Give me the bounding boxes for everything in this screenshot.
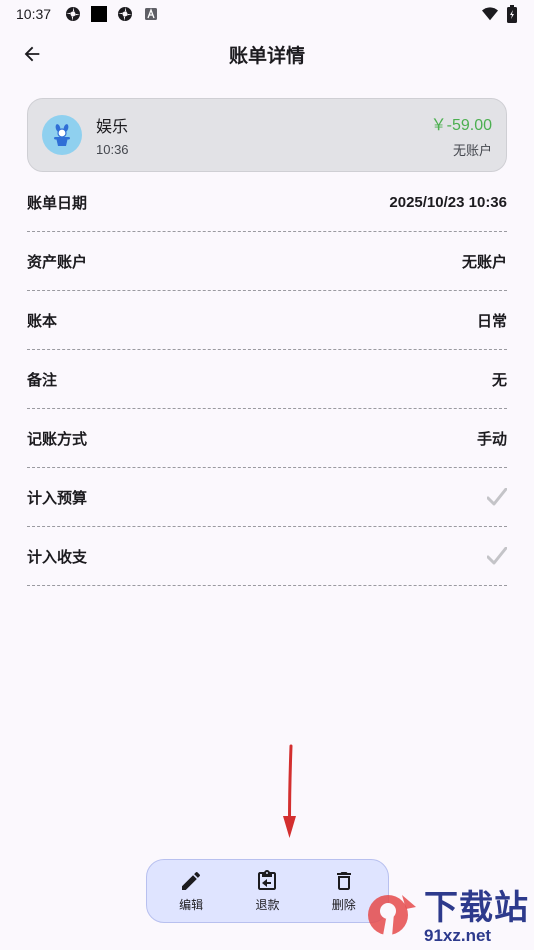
amount-info: ￥-59.00 无账户 — [431, 111, 492, 159]
transaction-account: 无账户 — [452, 144, 492, 159]
check-icon — [487, 487, 507, 507]
watermark-title: 下载站 — [424, 887, 529, 928]
status-bar: 10:37 — [0, 0, 534, 28]
status-notification-icons — [65, 6, 159, 22]
watermark-text: 下载站 91xz.net — [424, 891, 529, 944]
pencil-icon — [182, 871, 201, 890]
detail-label: 账本 — [27, 311, 58, 330]
detail-row-budget: 计入预算 — [27, 468, 507, 527]
annotation-arrow-icon — [283, 744, 296, 838]
detail-value: 2025/10/23 10:36 — [389, 193, 507, 211]
status-time: 10:37 — [16, 6, 52, 22]
clipboard-return-icon — [258, 870, 277, 890]
transaction-amount: ￥-59.00 — [430, 117, 492, 134]
detail-label: 计入收支 — [27, 547, 88, 566]
delete-label: 删除 — [331, 898, 356, 912]
settings-icon — [117, 6, 133, 22]
detail-list: 账单日期 2025/10/23 10:36 资产账户 无账户 账本 日常 备注 … — [27, 173, 507, 586]
detail-row-book: 账本 日常 — [27, 291, 507, 350]
edit-label: 编辑 — [179, 898, 204, 912]
wifi-icon — [482, 6, 498, 22]
detail-row-income-expense: 计入收支 — [27, 527, 507, 586]
black-square-icon — [91, 6, 108, 22]
detail-label: 账单日期 — [27, 193, 88, 212]
arrow-left-icon — [24, 46, 40, 62]
transaction-summary-card: 娱乐 10:36 ￥-59.00 无账户 — [27, 98, 507, 172]
detail-label: 资产账户 — [27, 252, 88, 271]
detail-value: 手动 — [476, 430, 507, 448]
transaction-time: 10:36 — [96, 142, 129, 157]
app-bar: 账单详情 — [0, 28, 534, 80]
status-system-icons — [482, 5, 520, 23]
a-icon — [143, 6, 159, 22]
watermark-logo-icon — [368, 895, 416, 941]
site-watermark: 下载站 91xz.net — [362, 884, 534, 950]
detail-label: 备注 — [27, 370, 58, 389]
action-bar: 编辑 退款 删除 — [146, 859, 389, 923]
edit-button[interactable]: 编辑 — [161, 869, 221, 913]
refund-button[interactable]: 退款 — [237, 869, 297, 913]
category-name: 娱乐 — [96, 117, 129, 136]
settings-icon — [65, 6, 81, 22]
trash-icon — [336, 872, 351, 890]
category-avatar — [42, 115, 82, 155]
detail-value: 日常 — [476, 312, 507, 330]
detail-row-method: 记账方式 手动 — [27, 409, 507, 468]
watermark-url: 91xz.net — [424, 925, 492, 945]
magic-hat-icon — [54, 124, 70, 146]
detail-value: 无账户 — [461, 253, 507, 271]
detail-row-note: 备注 无 — [27, 350, 507, 409]
detail-row-date: 账单日期 2025/10/23 10:36 — [27, 173, 507, 232]
detail-label: 记账方式 — [27, 429, 88, 448]
refund-label: 退款 — [255, 898, 280, 912]
battery-icon — [504, 5, 520, 23]
page-title: 账单详情 — [228, 44, 305, 67]
back-button[interactable] — [16, 38, 48, 70]
category-info: 娱乐 10:36 — [96, 113, 129, 157]
detail-value: 无 — [491, 371, 507, 389]
detail-label: 计入预算 — [27, 488, 88, 507]
check-icon — [487, 546, 507, 566]
detail-row-account: 资产账户 无账户 — [27, 232, 507, 291]
